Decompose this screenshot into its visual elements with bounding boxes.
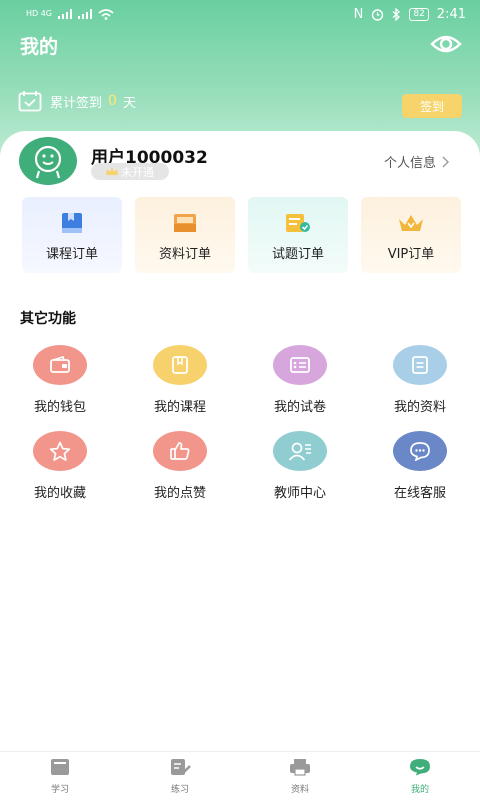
function-wallet[interactable]: 我的钱包 <box>0 345 120 415</box>
function-label: 我的课程 <box>153 400 206 415</box>
alarm-icon <box>372 8 384 21</box>
signal-icon <box>58 9 73 19</box>
eye-icon[interactable] <box>430 32 462 56</box>
bottom-tab-bar: 学习 练习 资料 我的 <box>0 751 480 800</box>
chat-icon <box>410 442 430 461</box>
clock: 2:41 <box>436 6 466 22</box>
tab-study[interactable]: 学习 <box>0 752 120 800</box>
teacher-icon <box>288 442 311 461</box>
exam-paper-icon <box>290 357 310 373</box>
tab-label: 练习 <box>170 785 189 795</box>
material-order-icon <box>174 214 196 232</box>
vip-crown-icon <box>399 215 423 231</box>
wifi-icon <box>98 8 114 20</box>
vip-status-badge: 未开通 <box>91 163 169 180</box>
thumbs-up-icon <box>170 442 190 460</box>
order-course-button[interactable]: 课程订单 <box>22 197 122 273</box>
bluetooth-icon <box>392 7 401 21</box>
function-icon-circle <box>33 431 87 471</box>
function-icon-circle <box>273 345 327 385</box>
document-icon <box>412 356 428 374</box>
profile-page: HD 4G N 82 2:41 我的 累计签到 0 天 签到 用户1000032… <box>0 0 480 800</box>
battery-icon: 82 <box>409 7 429 21</box>
crown-icon <box>106 167 118 175</box>
function-document[interactable]: 我的资料 <box>360 345 480 415</box>
checkin-days: 0 <box>108 93 117 109</box>
function-icon-circle <box>393 431 447 471</box>
page-title: 我的 <box>20 36 59 58</box>
order-label: 课程订单 <box>45 247 98 262</box>
calendar-check-icon <box>18 91 42 112</box>
wallet-icon <box>50 356 70 373</box>
vip-status-text: 未开通 <box>121 165 154 179</box>
tab-label: 学习 <box>50 785 69 795</box>
smile-chat-icon <box>410 759 430 776</box>
function-icon-circle <box>153 431 207 471</box>
tab-materials[interactable]: 资料 <box>240 752 360 800</box>
order-shortcuts: 课程订单 资料订单 试题订单 VIP订单 <box>22 197 462 275</box>
course-order-icon <box>62 213 82 233</box>
chevron-right-icon <box>442 156 450 167</box>
function-label: 我的资料 <box>393 400 446 415</box>
profile-info-link[interactable]: 个人信息 <box>384 152 450 171</box>
order-label: VIP订单 <box>387 247 435 262</box>
pencil-paper-icon <box>171 759 191 775</box>
avatar-face-icon <box>34 145 62 179</box>
order-exam-button[interactable]: 试题订单 <box>248 197 348 273</box>
function-teacher-center[interactable]: 教师中心 <box>240 431 360 501</box>
function-label: 我的点赞 <box>153 486 206 501</box>
checkin-suffix: 天 <box>122 95 136 111</box>
tab-practice[interactable]: 练习 <box>120 752 240 800</box>
signal-icon-2 <box>78 9 93 19</box>
function-icon-circle <box>393 345 447 385</box>
function-label: 我的钱包 <box>33 400 86 415</box>
tab-label: 我的 <box>410 785 429 795</box>
function-exam-paper[interactable]: 我的试卷 <box>240 345 360 415</box>
order-label: 资料订单 <box>158 247 211 262</box>
order-label: 试题订单 <box>271 247 324 262</box>
checkin-button[interactable]: 签到 <box>402 94 462 118</box>
order-vip-button[interactable]: VIP订单 <box>361 197 461 273</box>
function-online-service[interactable]: 在线客服 <box>360 431 480 501</box>
function-icon-circle <box>153 345 207 385</box>
checkin-prefix: 累计签到 <box>50 95 103 111</box>
function-icon-circle <box>273 431 327 471</box>
signal-text: HD 4G <box>26 9 53 18</box>
profile-link-label: 个人信息 <box>384 156 437 171</box>
function-label: 教师中心 <box>273 486 326 501</box>
function-likes[interactable]: 我的点赞 <box>120 431 240 501</box>
star-icon <box>49 441 71 461</box>
book-icon <box>51 759 69 775</box>
exam-order-icon <box>286 214 310 232</box>
tab-label: 资料 <box>290 785 309 795</box>
order-material-button[interactable]: 资料订单 <box>135 197 235 273</box>
status-right: N 82 2:41 <box>354 7 466 22</box>
nfc-icon: N <box>353 6 364 22</box>
section-title: 其它功能 <box>20 311 76 327</box>
course-icon <box>172 356 188 374</box>
printer-icon <box>290 759 310 776</box>
tab-mine[interactable]: 我的 <box>360 752 480 800</box>
signal-indicators: HD 4G <box>26 8 114 20</box>
function-label: 我的收藏 <box>33 486 86 501</box>
function-label: 我的试卷 <box>273 400 326 415</box>
function-favorites[interactable]: 我的收藏 <box>0 431 120 501</box>
function-course[interactable]: 我的课程 <box>120 345 240 415</box>
status-bar: HD 4G N 82 2:41 <box>0 0 480 28</box>
function-icon-circle <box>33 345 87 385</box>
avatar[interactable] <box>19 137 77 185</box>
function-label: 在线客服 <box>393 486 446 501</box>
checkin-summary: 累计签到 0 天 <box>18 90 136 112</box>
